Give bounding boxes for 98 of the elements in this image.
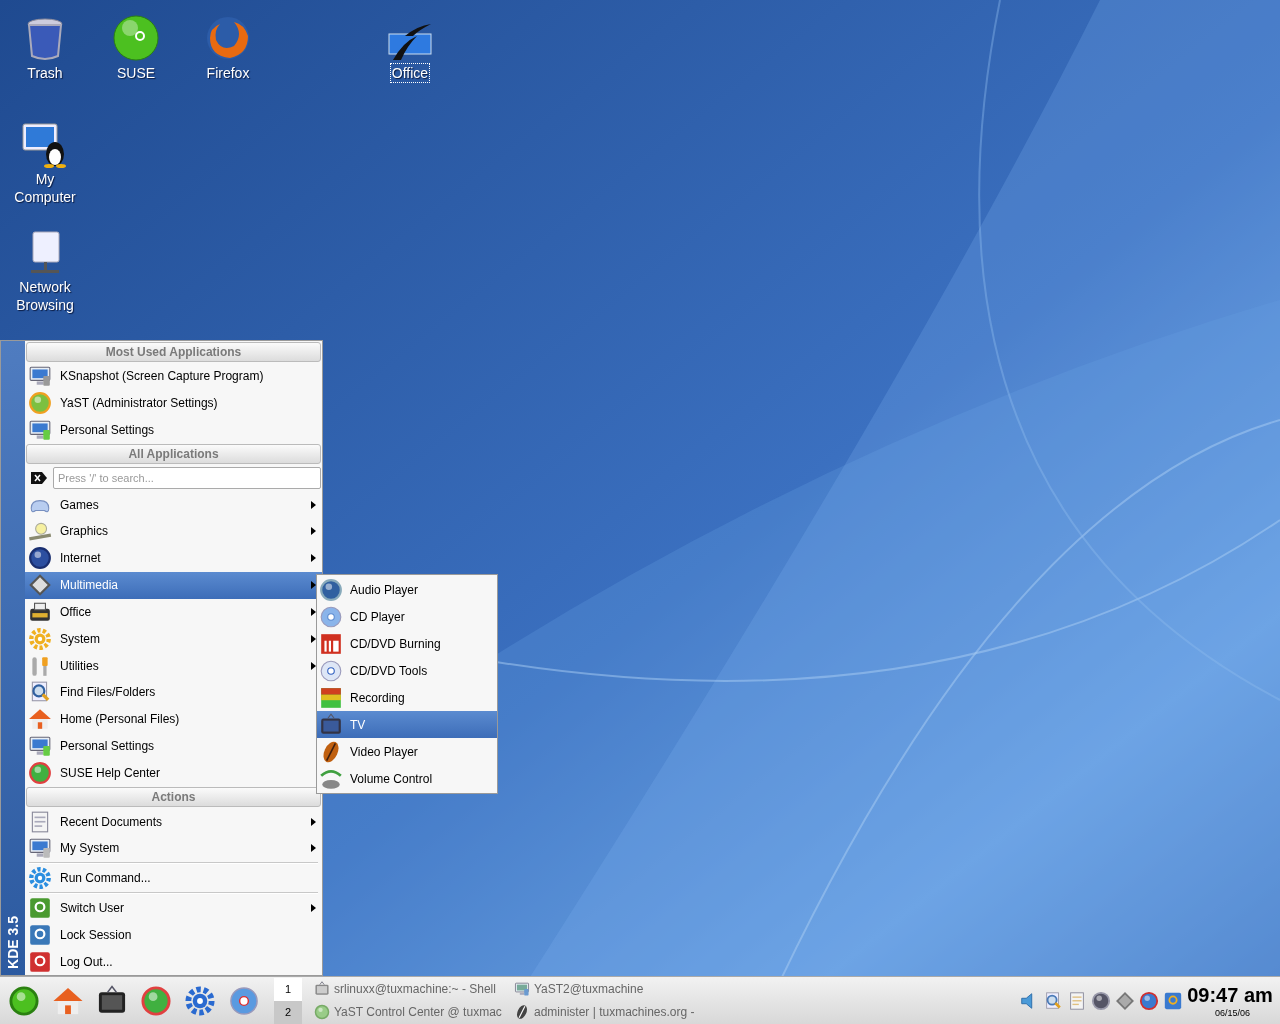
menu-item-label: CD/DVD Tools (350, 662, 428, 680)
submenu-arrow-icon (311, 817, 316, 826)
menu-item-label: CD/DVD Burning (350, 635, 441, 653)
menu-item-label: System (60, 630, 101, 648)
menu-item-label: Find Files/Folders (60, 684, 157, 702)
menu-item[interactable]: TV (317, 711, 497, 738)
submenu-arrow-icon (311, 634, 316, 643)
menu-item[interactable]: Graphics (25, 518, 322, 545)
gear-icon (28, 866, 52, 891)
task-button[interactable]: YaST Control Center @ tuxmac (314, 1000, 514, 1024)
menu-item[interactable]: YaST (Administrator Settings) (25, 389, 322, 417)
menu-item[interactable]: Run Command... (25, 864, 322, 892)
submenu-arrow-icon (311, 554, 316, 563)
menu-item-label: My System (60, 840, 121, 858)
clock-date: 06/15/06 (1214, 1006, 1250, 1019)
menu-item-label: Log Out... (60, 953, 114, 971)
fox-globe-icon (204, 14, 252, 62)
menu-item[interactable]: Games (25, 491, 322, 519)
desktop-icon-label[interactable]: Trash (26, 64, 64, 82)
cd-folder-icon (319, 604, 343, 629)
desktop-icon-label[interactable]: Network Browsing (5, 278, 85, 314)
menu-item-label: Personal Settings (60, 422, 156, 440)
menu-item-label: CD Player (350, 608, 405, 626)
menu-item-label: SUSE Help Center (60, 764, 162, 782)
menu-item[interactable]: Recording (317, 684, 497, 711)
menu-item-label: Office (60, 603, 93, 621)
menu-item-label: KSnapshot (Screen Capture Program) (60, 368, 265, 386)
menu-item-label: Recent Documents (60, 813, 164, 831)
menu-section-header: Most Used Applications (26, 342, 321, 362)
menu-item-label: Volume Control (350, 770, 433, 788)
pager-desktop[interactable]: 1 (274, 977, 302, 1001)
menu-item[interactable]: Personal Settings (25, 416, 322, 444)
computer-icon (28, 836, 52, 861)
menu-item[interactable]: Video Player (317, 738, 497, 765)
menu-item-label: Games (60, 496, 100, 514)
menu-section-header: All Applications (26, 444, 321, 465)
level-meter-icon (319, 685, 343, 710)
submenu-arrow-icon (311, 607, 316, 616)
cd-disc-icon (319, 658, 343, 683)
menu-item-label: Audio Player (350, 581, 419, 599)
menu-item[interactable]: My System (25, 835, 322, 862)
menu-side-label: KDE 3.5 (3, 916, 22, 969)
menu-item-label: Internet (60, 550, 102, 568)
submenu-arrow-icon (311, 581, 316, 590)
desktop-icon-label[interactable]: Firefox (205, 64, 251, 82)
burner-icon (319, 631, 343, 656)
menu-item[interactable]: CD/DVD Tools (317, 657, 497, 684)
menu-item[interactable]: KSnapshot (Screen Capture Program) (25, 363, 322, 390)
menu-item-label: Lock Session (60, 926, 133, 944)
clock-time: 09:47 am (1187, 982, 1273, 1007)
home-icon (28, 707, 52, 732)
menu-item-label: YaST (Administrator Settings) (60, 395, 219, 413)
task-label: administer | tuxmachines.org - (534, 1004, 695, 1021)
monitor-icon (28, 418, 52, 443)
computer-penguin-icon (21, 120, 69, 168)
task-label: YaST Control Center @ tuxmac (334, 1004, 502, 1021)
menu-item-label: Graphics (60, 523, 110, 541)
task-button[interactable]: administer | tuxmachines.org - (514, 1000, 714, 1024)
menu-item-label: Utilities (60, 657, 100, 675)
search-field[interactable]: Press '/' to search... (53, 467, 321, 490)
task-button[interactable]: YaST2@tuxmachine (514, 977, 714, 1001)
clear-icon[interactable] (31, 472, 47, 485)
menu-item-label: Video Player (350, 743, 418, 761)
clipboard-icon (1067, 990, 1087, 1011)
menu-item-label: Home (Personal Files) (60, 711, 181, 729)
pager-desktop[interactable]: 2 (274, 1000, 302, 1024)
camera-monitor-icon (28, 364, 52, 389)
task-label: YaST2@tuxmachine (534, 981, 644, 998)
menu-item[interactable]: Multimedia (25, 571, 322, 599)
search-icon (1043, 990, 1063, 1011)
submenu-arrow-icon (311, 500, 316, 509)
menu-item[interactable]: Recent Documents (25, 808, 322, 835)
menu-item[interactable]: CD Player (317, 603, 497, 630)
desktop-icon-label[interactable]: My Computer (5, 170, 85, 206)
terminal-icon (314, 981, 330, 997)
lifebuoy-icon (28, 760, 52, 785)
submenu-arrow-icon (311, 661, 316, 670)
task-button[interactable]: srlinuxx@tuxmachine:~ - Shell (314, 977, 514, 1001)
tv-icon (319, 712, 343, 737)
menu-item-label: Recording (350, 689, 405, 707)
menu-section-header: Actions (26, 787, 321, 808)
menu-item-label: Multimedia (60, 577, 120, 595)
menu-item-label: Switch User (60, 900, 125, 918)
menu-item-label: Personal Settings (60, 737, 156, 755)
submenu-arrow-icon (311, 904, 316, 913)
menu-item-label: TV (350, 716, 366, 734)
menu-item[interactable]: Lock Session (25, 921, 322, 949)
menu-item[interactable]: Log Out... (25, 948, 322, 976)
lifebuoy-icon (140, 984, 172, 1017)
submenu-arrow-icon (311, 844, 316, 853)
desktop-icon-label[interactable]: Office (390, 64, 430, 82)
submenu-arrow-icon (311, 527, 316, 536)
menu-item[interactable]: Switch User (25, 894, 322, 922)
menu-item[interactable]: CD/DVD Burning (317, 630, 497, 657)
task-label: srlinuxx@tuxmachine:~ - Shell (334, 981, 496, 998)
desktop-icon-label[interactable]: SUSE (115, 64, 157, 82)
menu-item-label: Run Command... (60, 870, 152, 888)
menu-item[interactable]: Internet (25, 544, 322, 572)
